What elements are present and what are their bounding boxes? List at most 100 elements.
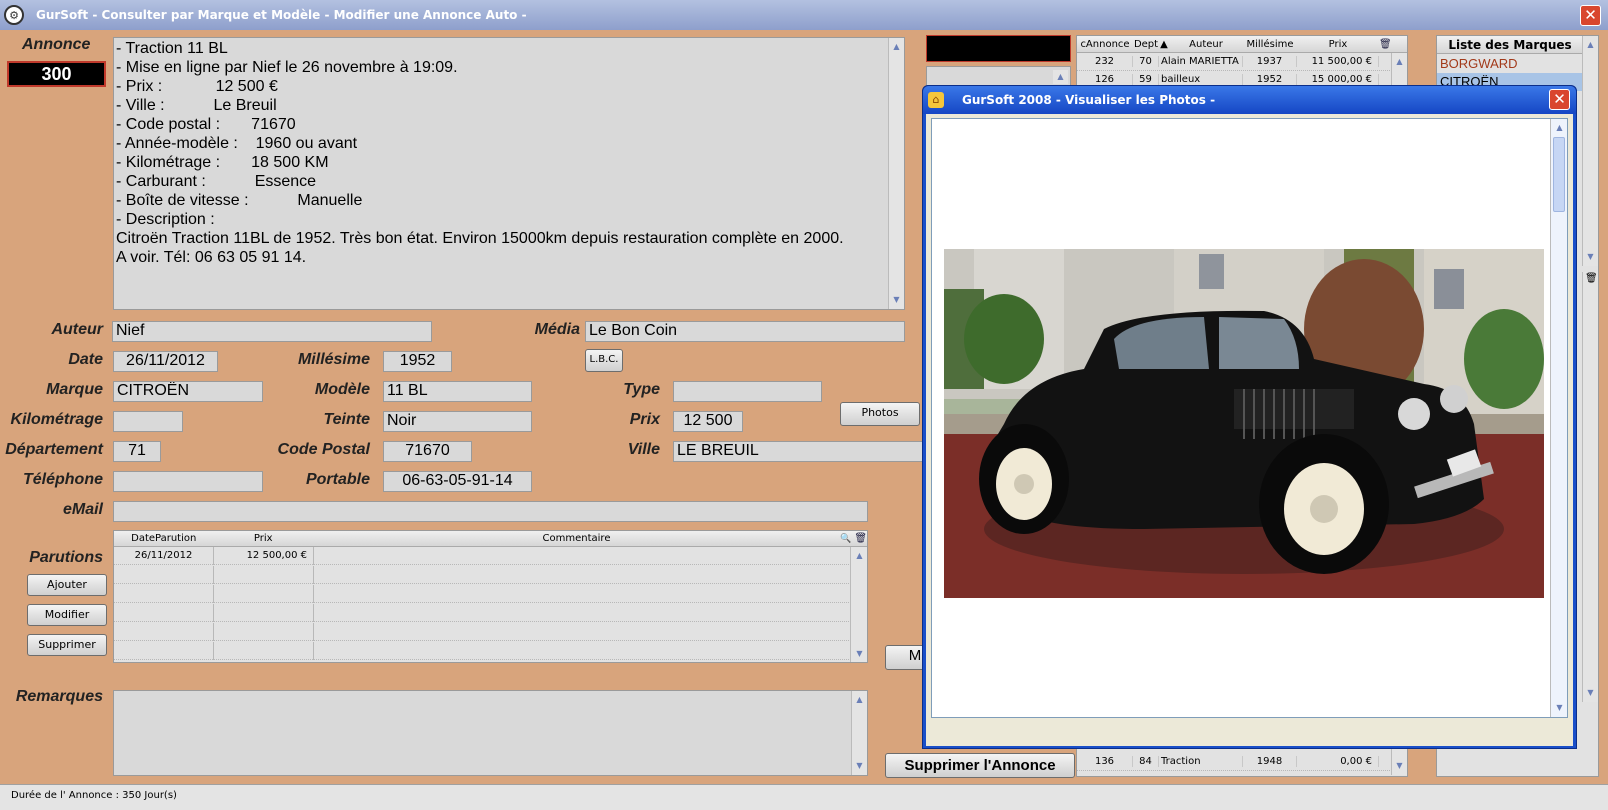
- scroll-up-icon[interactable]: ▲: [1583, 38, 1598, 52]
- table-row[interactable]: 136 84 Traction 1948 0,00 €: [1077, 753, 1392, 771]
- remarques-scrollbar[interactable]: ▲ ▼: [851, 691, 867, 775]
- ajouter-button[interactable]: Ajouter: [27, 574, 107, 596]
- col-dept[interactable]: Dept: [1133, 39, 1159, 50]
- row-commentaire: [314, 566, 849, 584]
- parutions-scrollbar[interactable]: ▲ ▼: [850, 547, 867, 662]
- marques-header: Liste des Marques: [1437, 36, 1583, 54]
- photo-dialog: ⌂ GurSoft 2008 - Visualiser les Photos -…: [922, 85, 1577, 749]
- table-row[interactable]: [114, 622, 849, 641]
- annonce-line: - Carburant : Essence: [116, 173, 317, 190]
- scroll-down-icon[interactable]: ▼: [889, 293, 904, 307]
- scroll-up-icon[interactable]: ▲: [1053, 70, 1068, 84]
- auteur-field[interactable]: Nief: [112, 321, 432, 342]
- marque-field[interactable]: CITROËN: [113, 381, 263, 402]
- scroll-up-icon[interactable]: ▲: [852, 549, 867, 563]
- annonce-scrollbar[interactable]: ▲ ▼: [888, 38, 904, 309]
- status-bar: Durée de l' Annonce : 350 Jour(s): [0, 784, 1608, 810]
- telephone-field[interactable]: [113, 471, 263, 492]
- supprimer-button[interactable]: Supprimer: [27, 634, 107, 656]
- table-row[interactable]: [114, 565, 849, 584]
- ville-field[interactable]: LE BREUIL: [673, 441, 923, 462]
- photo-scrollbar[interactable]: ▲ ▼: [1550, 119, 1567, 717]
- trash-icon[interactable]: 🗑: [854, 533, 867, 544]
- col-prix[interactable]: Prix: [213, 533, 312, 544]
- prix-label: Prix: [629, 411, 660, 428]
- media-label: Média: [534, 321, 580, 338]
- trash-icon[interactable]: 🗑: [1379, 39, 1392, 50]
- table-row[interactable]: [114, 641, 849, 660]
- scroll-up-icon[interactable]: ▲: [889, 40, 904, 54]
- row-c: 126: [1077, 74, 1133, 85]
- kilometrage-field[interactable]: [113, 411, 183, 432]
- photo-close-button[interactable]: ✕: [1549, 89, 1570, 110]
- auteur-label: Auteur: [51, 321, 103, 338]
- col-millesime[interactable]: Millésime: [1243, 39, 1297, 50]
- photos-button[interactable]: Photos: [840, 402, 920, 426]
- prix-field[interactable]: 12 500: [673, 411, 743, 432]
- row-date: [114, 584, 214, 603]
- annonce-line: - Description :: [116, 211, 215, 228]
- scroll-down-icon[interactable]: ▼: [1552, 701, 1567, 715]
- col-commentaire[interactable]: Commentaire: [313, 533, 840, 544]
- annonce-line: - Prix : 12 500 €: [116, 78, 278, 95]
- row-commentaire: [314, 604, 849, 622]
- scroll-down-icon[interactable]: ▼: [1392, 759, 1407, 773]
- type-field[interactable]: [673, 381, 822, 402]
- lbc-button[interactable]: L.B.C.: [585, 349, 623, 372]
- row-commentaire: [314, 547, 849, 565]
- marques-scrollbar-2[interactable]: 🗑 ▼: [1582, 272, 1598, 702]
- departement-field[interactable]: 71: [113, 441, 161, 462]
- media-field[interactable]: Le Bon Coin: [585, 321, 905, 342]
- home-icon: ⌂: [928, 92, 944, 108]
- col-auteur[interactable]: Auteur: [1169, 39, 1243, 50]
- photo-dialog-title: GurSoft 2008 - Visualiser les Photos -: [962, 93, 1216, 107]
- teinte-field[interactable]: Noir: [383, 411, 532, 432]
- small-list-box[interactable]: ▲: [926, 66, 1071, 86]
- modifier-button[interactable]: Modifier: [27, 604, 107, 626]
- date-field[interactable]: 26/11/2012: [113, 351, 218, 372]
- scroll-up-icon[interactable]: ▲: [852, 693, 867, 707]
- annonce-line: A voir. Tél: 06 63 05 91 14.: [116, 249, 307, 266]
- supprimer-annonce-button[interactable]: Supprimer l'Annonce: [885, 753, 1075, 778]
- row-prix: [214, 584, 314, 603]
- scroll-down-icon[interactable]: ▼: [852, 647, 867, 661]
- code-postal-field[interactable]: 71670: [383, 441, 472, 462]
- remarques-field[interactable]: [113, 690, 868, 776]
- row-date: [114, 641, 214, 660]
- table-row[interactable]: 26/11/2012 12 500,00 €: [114, 546, 849, 565]
- col-date[interactable]: DateParution: [114, 533, 213, 544]
- scroll-down-icon[interactable]: ▼: [1583, 686, 1598, 700]
- search-icon[interactable]: 🔍: [840, 534, 851, 544]
- annonce-line: - Année-modèle : 1960 ou avant: [116, 135, 358, 152]
- row-dept: 84: [1133, 756, 1159, 767]
- portable-field[interactable]: 06-63-05-91-14: [383, 471, 532, 492]
- row-prix: [214, 565, 314, 584]
- scroll-down-icon[interactable]: ▼: [852, 759, 867, 773]
- kilometrage-label: Kilométrage: [10, 411, 103, 428]
- marque-item-borgward[interactable]: BORGWARD: [1440, 55, 1583, 73]
- row-prix: [214, 641, 314, 660]
- remarques-label: Remarques: [15, 688, 103, 705]
- row-commentaire: [314, 623, 849, 641]
- millesime-field[interactable]: 1952: [383, 351, 452, 372]
- photo-dialog-titlebar: ⌂ GurSoft 2008 - Visualiser les Photos -: [923, 86, 1576, 114]
- table-row[interactable]: 232 70 Alain MARIETTA 1937 11 500,00 €: [1077, 53, 1392, 71]
- scroll-up-icon[interactable]: ▲: [1392, 55, 1407, 69]
- col-prix[interactable]: Prix: [1297, 39, 1379, 50]
- email-label: eMail: [62, 501, 103, 518]
- scroll-down-icon[interactable]: ▼: [1583, 250, 1598, 264]
- trash-icon[interactable]: 🗑: [1585, 273, 1598, 284]
- row-date: [114, 622, 214, 641]
- table-row[interactable]: [114, 603, 849, 622]
- col-cannonce[interactable]: cAnnonce: [1077, 39, 1133, 50]
- email-field[interactable]: [113, 501, 868, 522]
- status-text: Durée de l' Annonce : 350 Jour(s): [11, 790, 177, 801]
- annonce-text-area[interactable]: - Traction 11 BL - Mise en ligne par Nief…: [113, 37, 905, 310]
- modele-field[interactable]: 11 BL: [383, 381, 532, 402]
- window-close-button[interactable]: ✕: [1580, 5, 1601, 26]
- scroll-up-icon[interactable]: ▲: [1552, 121, 1567, 135]
- scroll-thumb[interactable]: [1553, 137, 1565, 212]
- table-row[interactable]: [114, 584, 849, 603]
- annonce-line: Citroën Traction 11BL de 1952. Très bon …: [116, 230, 844, 247]
- marques-scrollbar[interactable]: ▲ ▼: [1582, 36, 1598, 266]
